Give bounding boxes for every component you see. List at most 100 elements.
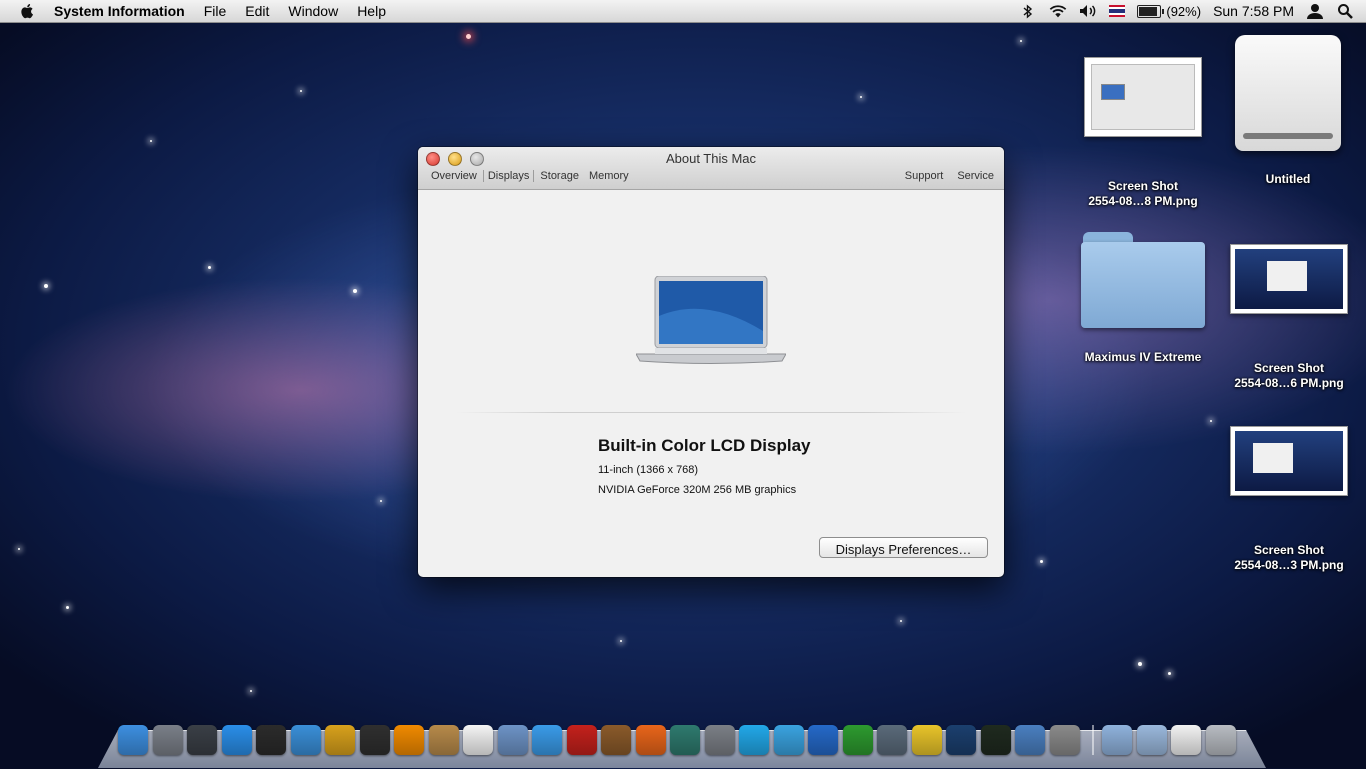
folder-icon [1081,232,1205,328]
desktop-icon-label: 2554-08…3 PM.png [1234,558,1344,572]
app-menu-system-information[interactable]: System Information [54,3,185,19]
finder-icon[interactable] [118,725,148,755]
activity-monitor-icon[interactable] [980,725,1011,755]
itunes-icon[interactable] [532,725,562,755]
clapper-icon[interactable] [359,725,390,755]
desktop-drive-untitled[interactable]: Untitled [1218,35,1358,187]
system-preferences-icon[interactable] [704,725,735,755]
tab-overview[interactable]: Overview [427,170,481,182]
launchpad-icon[interactable] [152,725,183,755]
desktop-file-screenshot-3[interactable]: Screen Shot 2554-08…3 PM.png [1219,426,1359,573]
app-store-icon[interactable] [221,725,252,755]
tab-support[interactable]: Support [905,170,944,182]
bluetooth-icon[interactable] [1019,3,1037,19]
wifi-icon[interactable] [1049,3,1067,19]
macbook-air-icon [636,276,786,364]
address-book-icon[interactable] [428,725,459,755]
tab-service[interactable]: Service [957,170,994,182]
screenshot-thumbnail [1230,426,1348,496]
volume-icon[interactable] [1079,3,1097,19]
dashboard-icon[interactable] [256,725,286,755]
battery-fill [1139,6,1157,16]
star [900,620,902,622]
star [208,266,211,269]
menu-file[interactable]: File [204,3,227,19]
tab-bar: Overview Displays Storage Memory [427,170,635,182]
star [860,96,862,98]
desktop-file-screenshot-2[interactable]: Screen Shot 2554-08…6 PM.png [1219,244,1359,391]
document-icon[interactable] [1171,725,1201,755]
dock [118,722,1240,758]
xcode-icon[interactable] [1015,725,1045,755]
excel-icon[interactable] [842,725,873,755]
desktop-icon-label: Maximus IV Extreme [1084,350,1202,364]
battery-percentage[interactable]: (92%) [1166,4,1201,19]
star [1040,560,1043,563]
star [380,500,382,502]
applications-stack-icon[interactable] [1102,725,1132,755]
menu-clock[interactable]: Sun 7:58 PM [1213,3,1294,19]
desktop-icon-label: Screen Shot [1107,179,1179,193]
star [300,90,302,92]
facetime-icon[interactable] [877,725,907,755]
ical-icon[interactable] [463,725,493,755]
menu-edit[interactable]: Edit [245,3,269,19]
displays-preferences-button[interactable]: Displays Preferences… [819,537,988,558]
apple-menu-icon[interactable] [18,2,36,20]
spotlight-search-icon[interactable] [1336,3,1354,19]
about-this-mac-window: About This Mac Overview Displays Storage… [418,147,1004,577]
star [353,289,357,293]
mission-control-icon[interactable] [187,725,217,755]
menu-window[interactable]: Window [288,3,338,19]
star [1168,672,1171,675]
iphoto-icon[interactable] [601,725,631,755]
star [466,34,471,39]
photoshop-icon[interactable] [946,725,976,755]
desktop-icon-label: 2554-08…6 PM.png [1234,376,1344,390]
window-titlebar[interactable]: About This Mac Overview Displays Storage… [418,147,1004,190]
desktop-icon-label: Untitled [1265,172,1311,186]
input-source-flag-icon[interactable] [1109,5,1126,17]
tab-memory[interactable]: Memory [585,170,633,182]
external-drive-icon [1235,35,1341,151]
safari-icon[interactable] [290,725,321,755]
desktop-icon-label: 2554-08…8 PM.png [1088,194,1198,208]
battery-icon[interactable] [1137,4,1165,18]
pineapple-icon[interactable] [325,725,355,755]
display-graphics: NVIDIA GeForce 320M 256 MB graphics [598,484,797,496]
firefox-icon[interactable] [635,725,666,755]
dock-separator [1092,725,1094,755]
tab-displays[interactable]: Displays [482,170,535,182]
user-icon[interactable] [1306,3,1324,19]
time-machine-icon[interactable] [670,725,700,755]
script-editor-icon[interactable] [1049,725,1080,755]
documents-stack-icon[interactable] [1136,725,1167,755]
desktop-folder-maximus[interactable]: Maximus IV Extreme [1073,232,1213,365]
photo-booth-icon[interactable] [566,725,597,755]
screenshot-thumbnail [1230,244,1348,314]
word-icon[interactable] [808,725,838,755]
trash-icon[interactable] [1205,725,1236,755]
skype-icon[interactable] [739,725,769,755]
star [150,140,152,142]
window-title: About This Mac [665,151,757,166]
desktop-icon-label: Screen Shot [1253,361,1325,375]
vlc-icon[interactable] [394,725,424,755]
display-size: 11-inch (1366 x 768) [598,464,699,476]
preview-icon[interactable] [497,725,528,755]
stickies-icon[interactable] [911,725,942,755]
messenger-icon[interactable] [773,725,804,755]
displays-pane: Built-in Color LCD Display 11-inch (1366… [418,190,1004,577]
separator [456,412,966,413]
menu-help[interactable]: Help [357,3,386,19]
menu-bar: System Information File Edit Window Help… [0,0,1366,23]
status-area: (92%) Sun 7:58 PM [1019,0,1366,22]
star [44,284,48,288]
tab-storage[interactable]: Storage [536,170,583,182]
desktop-file-screenshot-1[interactable]: Screen Shot 2554-08…8 PM.png [1073,57,1213,209]
star [250,690,252,692]
desktop-icon-label: Screen Shot [1253,543,1325,557]
star [66,606,69,609]
star [620,640,622,642]
display-title: Built-in Color LCD Display [598,436,811,455]
